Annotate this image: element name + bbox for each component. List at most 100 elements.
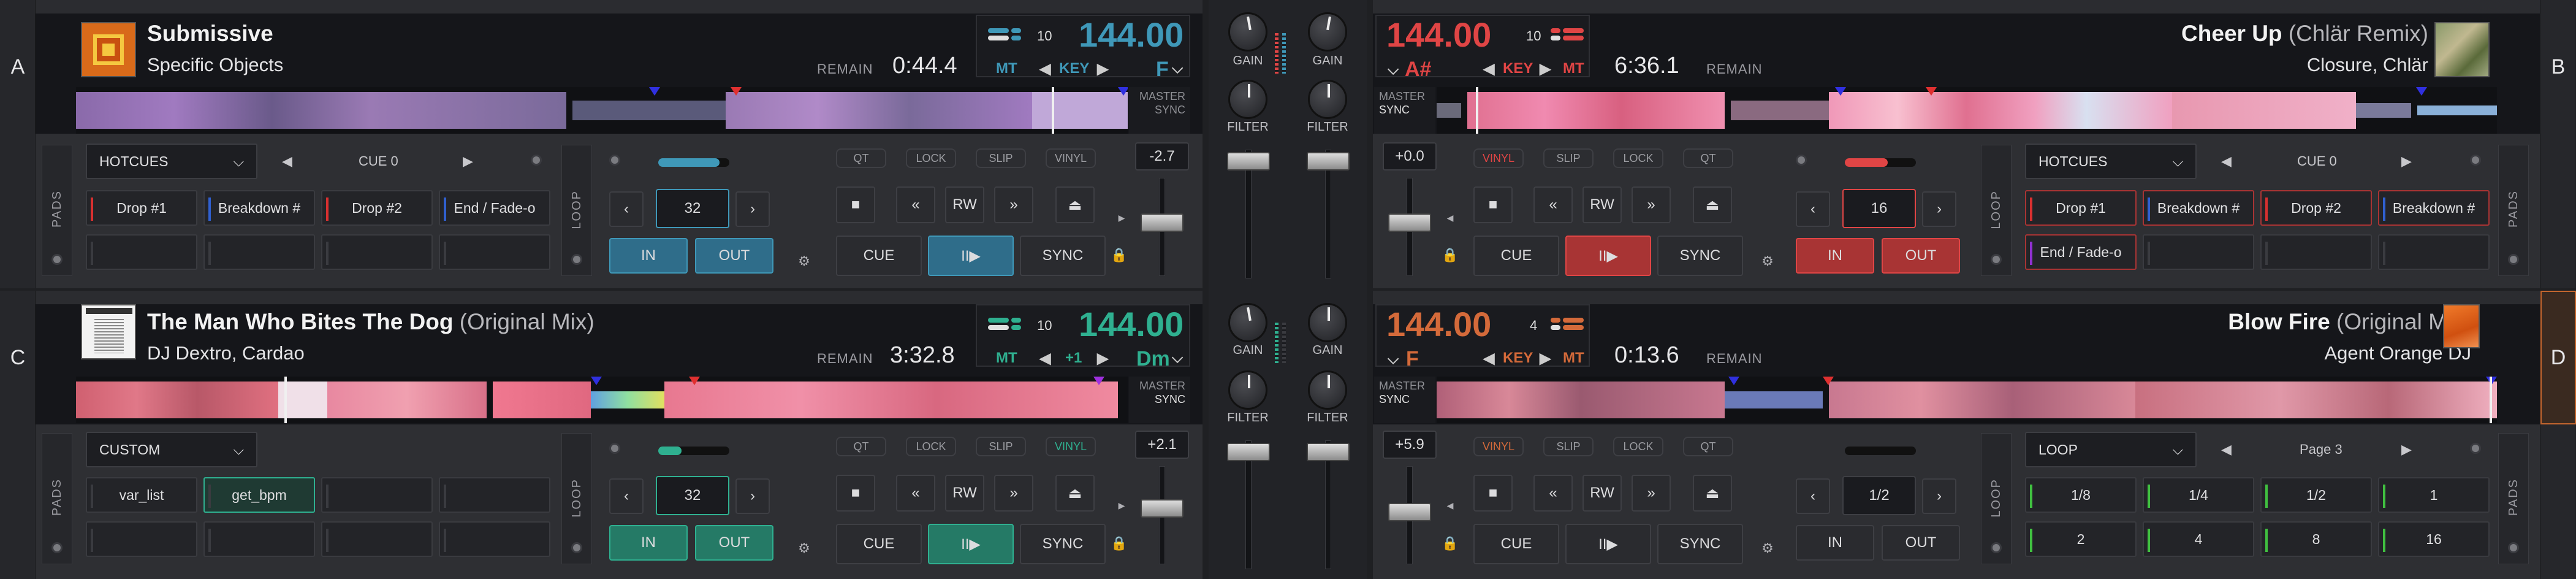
deck-c-settings-gear-icon[interactable]: ⚙ xyxy=(797,540,811,556)
deck-c-pill-1[interactable]: QT xyxy=(836,437,886,456)
deck-d-sync-status[interactable]: MASTER SYNC xyxy=(1374,377,1435,423)
deck-b-loop-roll-dot[interactable] xyxy=(1796,155,1807,166)
deck-a-stop-button[interactable]: ■ xyxy=(836,186,875,223)
deck-d-lock-icon[interactable]: 🔒 xyxy=(1442,535,1458,551)
deck-a-pad-5[interactable] xyxy=(86,234,197,270)
deck-c-pads-dot[interactable] xyxy=(51,542,63,553)
deck-a-pad-1[interactable]: Drop #1 xyxy=(86,190,197,226)
deck-c-key-value[interactable]: Dm xyxy=(1136,347,1170,371)
deck-c-pad-5[interactable] xyxy=(86,521,197,557)
deck-c-pill-2[interactable]: LOCK xyxy=(906,437,956,456)
deck-b-page-next-icon[interactable]: ▶ xyxy=(2401,153,2412,169)
deck-b-nudge-icon[interactable]: ◀ xyxy=(1444,212,1456,224)
deck-c-waveform[interactable] xyxy=(76,377,1128,423)
deck-d-pill-3[interactable]: LOCK xyxy=(1613,437,1663,456)
deck-c-loop-out-button[interactable]: OUT xyxy=(695,525,773,561)
deck-a-pad-4[interactable]: End / Fade-o xyxy=(439,190,550,226)
deck-c-bpm[interactable]: 144.00 xyxy=(1079,304,1184,344)
deck-d-key-left-icon[interactable]: ◀ xyxy=(1483,350,1494,367)
filter-knob-b[interactable] xyxy=(1308,80,1347,119)
deck-a-waveform[interactable] xyxy=(76,87,1128,134)
deck-a-pad-7[interactable] xyxy=(321,234,433,270)
deck-c-pads-label[interactable]: PADS xyxy=(50,478,64,516)
deck-d-pads-option-dot[interactable] xyxy=(2470,443,2481,454)
deck-a-pill-1[interactable]: QT xyxy=(836,148,886,168)
deck-b-loop-label[interactable]: LOOP xyxy=(1989,190,2004,229)
deck-a-eject-button[interactable]: ⏏ xyxy=(1055,186,1095,223)
deck-a-pill-3[interactable]: SLIP xyxy=(976,148,1026,168)
deck-b-pad-3[interactable]: Drop #2 xyxy=(2260,190,2372,226)
volume-fader-a[interactable] xyxy=(1227,152,1270,171)
deck-b-cue-button[interactable]: CUE xyxy=(1473,236,1559,276)
deck-a-loop-dot[interactable] xyxy=(571,254,582,265)
deck-a-page-prev-icon[interactable]: ◀ xyxy=(282,153,292,169)
deck-b-pill-4[interactable]: QT xyxy=(1683,148,1733,168)
deck-a-nudge-icon[interactable]: ▶ xyxy=(1115,212,1128,224)
deck-b-loop-double-button[interactable]: › xyxy=(1922,191,1956,227)
deck-c-pad-1[interactable]: var_list xyxy=(86,477,197,513)
deck-a-key-value[interactable]: F xyxy=(1156,58,1169,82)
deck-a-pitch-fader[interactable] xyxy=(1141,213,1184,232)
deck-d-pill-1[interactable]: VINYL xyxy=(1473,437,1524,456)
deck-c-play-button[interactable]: II▶ xyxy=(928,524,1014,564)
deck-d-loop-out-button[interactable]: OUT xyxy=(1882,525,1960,561)
deck-c-pad-2[interactable]: get_bpm xyxy=(203,477,315,513)
deck-d-cue-button[interactable]: CUE xyxy=(1473,524,1559,564)
deck-a-loop-roll-dot[interactable] xyxy=(609,155,620,166)
deck-a-sync-status[interactable]: MASTER SYNC xyxy=(1129,87,1190,134)
gain-knob-a[interactable] xyxy=(1228,12,1267,52)
deck-c-lock-icon[interactable]: 🔒 xyxy=(1111,535,1127,551)
deck-a-rw-button[interactable]: RW xyxy=(945,186,984,223)
deck-c-pitch-value[interactable]: +2.1 xyxy=(1135,431,1189,459)
deck-d-stop-button[interactable]: ■ xyxy=(1473,475,1513,512)
deck-a-loop-label[interactable]: LOOP xyxy=(570,190,584,229)
deck-b-forward-fast-button[interactable]: » xyxy=(1632,186,1671,223)
deck-c-key-mode[interactable]: MT xyxy=(996,350,1017,367)
deck-d-loop-dot[interactable] xyxy=(1991,542,2002,553)
deck-a-key-left-icon[interactable]: ◀ xyxy=(1039,60,1051,78)
deck-b-pad-2[interactable]: Breakdown # xyxy=(2143,190,2254,226)
deck-a-pill-2[interactable]: LOCK xyxy=(906,148,956,168)
filter-knob-a[interactable] xyxy=(1228,80,1267,119)
filter-knob-d[interactable] xyxy=(1308,370,1347,410)
deck-b-pad-4[interactable]: Breakdown # xyxy=(2378,190,2490,226)
deck-a-loop-size[interactable]: 32 xyxy=(656,189,729,228)
deck-a-pads-option-dot[interactable] xyxy=(531,155,542,166)
deck-b-key-mode[interactable]: MT xyxy=(1563,60,1584,77)
deck-a-lock-icon[interactable]: 🔒 xyxy=(1111,247,1127,263)
deck-c-forward-fast-button[interactable]: » xyxy=(994,475,1033,512)
deck-d-loop-in-button[interactable]: IN xyxy=(1796,525,1874,561)
deck-a-key-mode[interactable]: MT xyxy=(996,60,1017,77)
deck-d-letter[interactable]: D xyxy=(2540,291,2576,424)
deck-c-pad-7[interactable] xyxy=(321,521,433,557)
deck-b-loop-out-button[interactable]: OUT xyxy=(1882,238,1960,274)
deck-d-pitch-value[interactable]: +5.9 xyxy=(1383,431,1437,459)
deck-b-pads-mode-dropdown[interactable]: HOTCUES ⌵ xyxy=(2025,144,2197,179)
deck-b-waveform[interactable] xyxy=(1437,87,2497,134)
deck-b-pads-option-dot[interactable] xyxy=(2470,155,2481,166)
deck-c-pad-4[interactable] xyxy=(439,477,550,513)
deck-c-pill-3[interactable]: SLIP xyxy=(976,437,1026,456)
deck-b-key-left-icon[interactable]: ◀ xyxy=(1483,60,1494,78)
deck-d-pad-7[interactable]: 8 xyxy=(2260,521,2372,557)
deck-b-pad-8[interactable] xyxy=(2378,234,2490,270)
deck-c-key-left-icon[interactable]: ◀ xyxy=(1039,350,1051,367)
deck-d-pads-dot[interactable] xyxy=(2508,542,2519,553)
deck-b-page-prev-icon[interactable]: ◀ xyxy=(2221,153,2232,169)
gain-knob-d[interactable] xyxy=(1308,303,1347,342)
deck-b-letter[interactable]: B xyxy=(2540,0,2576,134)
deck-d-pads-label[interactable]: PADS xyxy=(2507,478,2521,516)
deck-a-pads-dot[interactable] xyxy=(51,254,63,265)
deck-b-pads-dot[interactable] xyxy=(2508,254,2519,265)
deck-b-bpm[interactable]: 144.00 xyxy=(1386,15,1491,55)
deck-d-pill-2[interactable]: SLIP xyxy=(1543,437,1594,456)
deck-c-loop-label[interactable]: LOOP xyxy=(570,478,584,518)
deck-b-play-button[interactable]: II▶ xyxy=(1565,236,1651,276)
deck-b-pitch-fader[interactable] xyxy=(1388,213,1431,232)
deck-a-sync-button[interactable]: SYNC xyxy=(1020,236,1106,276)
deck-d-loop-half-button[interactable]: ‹ xyxy=(1796,478,1830,514)
deck-b-pill-1[interactable]: VINYL xyxy=(1473,148,1524,168)
deck-b-rw-button[interactable]: RW xyxy=(1582,186,1622,223)
deck-b-pad-1[interactable]: Drop #1 xyxy=(2025,190,2137,226)
deck-d-rw-button[interactable]: RW xyxy=(1582,475,1622,512)
